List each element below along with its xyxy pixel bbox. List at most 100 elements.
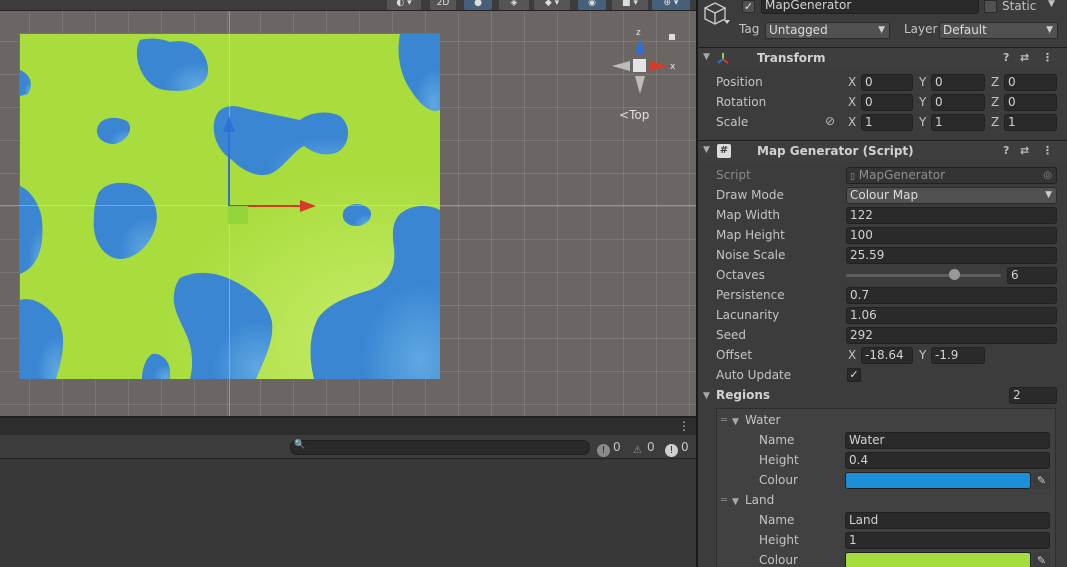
axis-x-label: X xyxy=(848,115,857,129)
region-water-header[interactable]: Water xyxy=(745,413,780,427)
region-land-colour-swatch[interactable] xyxy=(845,552,1031,567)
region-water-height-field[interactable]: 0.4 xyxy=(845,452,1050,469)
help-icon[interactable]: ? xyxy=(1003,51,1009,64)
help-icon[interactable]: ? xyxy=(1003,144,1009,157)
console-log-area[interactable] xyxy=(0,459,696,567)
static-checkbox[interactable] xyxy=(984,0,997,13)
region-height-label: Height xyxy=(759,453,799,467)
auto-update-checkbox[interactable]: ✓ xyxy=(847,368,861,382)
rotation-x-field[interactable]: 0 xyxy=(861,94,913,111)
noise-scale-field[interactable]: 25.59 xyxy=(846,247,1057,264)
region-land-name-field[interactable]: Land xyxy=(845,512,1050,529)
toggle-2d-button[interactable]: 2D xyxy=(430,0,456,10)
shading-mode-button[interactable]: ◐ ▾ xyxy=(387,0,421,10)
error-count[interactable]: ! 0 xyxy=(665,440,689,457)
axis-x-label: X xyxy=(848,75,857,89)
object-name-field[interactable]: MapGenerator xyxy=(761,0,979,14)
region-land-height-field[interactable]: 1 xyxy=(845,532,1050,549)
scale-x-field[interactable]: 1 xyxy=(861,114,913,131)
script-hash-icon: # xyxy=(717,144,731,158)
constrain-proportions-icon[interactable]: ⊘ xyxy=(825,114,835,128)
lacunarity-label: Lacunarity xyxy=(716,308,780,322)
scale-y-field[interactable]: 1 xyxy=(931,114,985,131)
presets-icon[interactable]: ⇄ xyxy=(1020,144,1029,157)
axis-y-label: Y xyxy=(919,115,927,129)
effects-toggle-icon[interactable]: ◆ ▾ xyxy=(534,0,570,10)
map-generator-header[interactable]: ▼ # Map Generator (Script) ? ⇄ ⋮ xyxy=(698,140,1067,162)
gizmo-x-label: x xyxy=(670,62,676,72)
gameobject-cube-icon xyxy=(703,2,730,25)
script-file-icon: ▯ xyxy=(850,172,855,182)
drag-handle-icon[interactable]: ═ xyxy=(721,415,727,426)
noise-scale-label: Noise Scale xyxy=(716,248,786,262)
tag-dropdown[interactable]: Untagged ▼ xyxy=(765,22,890,39)
scene-toolbar: ◐ ▾ 2D ● ◈ ◆ ▾ ◉ ■ ▾ ⊕ ▾ xyxy=(0,0,696,11)
console-tab-bar: ⋮ xyxy=(0,416,696,435)
object-picker-icon[interactable]: ◎ xyxy=(1043,168,1052,183)
seed-field[interactable]: 292 xyxy=(846,327,1057,344)
octaves-slider-thumb[interactable] xyxy=(949,269,960,280)
foldout-arrow-icon[interactable]: ▼ xyxy=(732,497,739,507)
info-icon: ! xyxy=(597,444,610,457)
axis-y-label: Y xyxy=(919,95,927,109)
hidden-objects-icon[interactable]: ◉ xyxy=(578,0,606,10)
region-water-colour-swatch[interactable] xyxy=(845,472,1031,489)
lacunarity-field[interactable]: 1.06 xyxy=(846,307,1057,324)
view-label-top[interactable]: <Top xyxy=(619,108,649,122)
gizmos-toggle-icon[interactable]: ⊕ ▾ xyxy=(652,0,690,10)
console-toolbar: 🔍 ! 0 ⚠ 0 ! 0 xyxy=(0,435,696,459)
region-land-header[interactable]: Land xyxy=(745,493,774,507)
magnifier-icon: 🔍 xyxy=(294,440,306,450)
kebab-icon[interactable]: ⋮ xyxy=(678,419,690,433)
offset-y-field[interactable]: -1.9 xyxy=(931,347,985,364)
regions-foldout-arrow-icon[interactable]: ▼ xyxy=(703,391,710,401)
move-gizmo[interactable] xyxy=(212,110,322,230)
octaves-slider-track[interactable] xyxy=(846,274,1001,277)
warning-count[interactable]: ⚠ 0 xyxy=(631,440,655,456)
region-water-name-field[interactable]: Water xyxy=(845,432,1050,449)
regions-list: ═ ▼ Water Name Water Height 0.4 Colour ✎… xyxy=(716,408,1056,567)
map-height-label: Map Height xyxy=(716,228,785,242)
active-checkbox[interactable]: ✓ xyxy=(742,0,755,13)
rotation-label: Rotation xyxy=(716,95,767,109)
layer-label: Layer xyxy=(904,22,938,36)
component-menu-icon[interactable]: ⋮ xyxy=(1042,144,1053,157)
drag-handle-icon[interactable]: ═ xyxy=(721,495,727,506)
persistence-field[interactable]: 0.7 xyxy=(846,287,1057,304)
octaves-field[interactable]: 6 xyxy=(1007,267,1057,284)
component-menu-icon[interactable]: ⋮ xyxy=(1042,51,1053,64)
region-colour-label: Colour xyxy=(759,473,798,487)
layer-dropdown[interactable]: Default ▼ xyxy=(939,22,1058,39)
scale-z-field[interactable]: 1 xyxy=(1004,114,1057,131)
lighting-toggle-icon[interactable]: ● xyxy=(464,0,492,10)
draw-mode-dropdown[interactable]: Colour Map ▼ xyxy=(846,187,1057,204)
gizmo-z-label: z xyxy=(636,28,641,38)
map-width-field[interactable]: 122 xyxy=(846,207,1057,224)
regions-count-field[interactable]: 2 xyxy=(1009,387,1057,404)
orientation-gizmo[interactable]: z x xyxy=(608,26,678,100)
script-field[interactable]: ▯ MapGenerator ◎ xyxy=(846,167,1057,184)
console-search-input[interactable]: 🔍 xyxy=(290,440,590,455)
scene-view[interactable]: z x <Top xyxy=(0,0,696,416)
offset-x-field[interactable]: -18.64 xyxy=(861,347,913,364)
draw-mode-label: Draw Mode xyxy=(716,188,784,202)
position-x-field[interactable]: 0 xyxy=(861,74,913,91)
camera-settings-icon[interactable]: ■ ▾ xyxy=(612,0,648,10)
eyedropper-icon[interactable]: ✎ xyxy=(1033,472,1050,489)
static-dropdown-arrow[interactable]: ▼ xyxy=(1048,0,1055,9)
map-height-field[interactable]: 100 xyxy=(846,227,1057,244)
rotation-z-field[interactable]: 0 xyxy=(1004,94,1057,111)
eyedropper-icon[interactable]: ✎ xyxy=(1033,552,1050,567)
arrow-left-icon: < xyxy=(619,108,630,122)
position-label: Position xyxy=(716,75,763,89)
regions-label[interactable]: Regions xyxy=(716,388,770,402)
foldout-arrow-icon[interactable]: ▼ xyxy=(732,417,739,427)
position-z-field[interactable]: 0 xyxy=(1004,74,1057,91)
transform-header[interactable]: ▼ Transform ? ⇄ ⋮ xyxy=(698,47,1067,69)
rotation-y-field[interactable]: 0 xyxy=(931,94,985,111)
log-count[interactable]: ! 0 xyxy=(597,440,621,457)
foldout-arrow-icon: ▼ xyxy=(703,52,710,62)
audio-toggle-icon[interactable]: ◈ xyxy=(499,0,529,10)
presets-icon[interactable]: ⇄ xyxy=(1020,51,1029,64)
position-y-field[interactable]: 0 xyxy=(931,74,985,91)
